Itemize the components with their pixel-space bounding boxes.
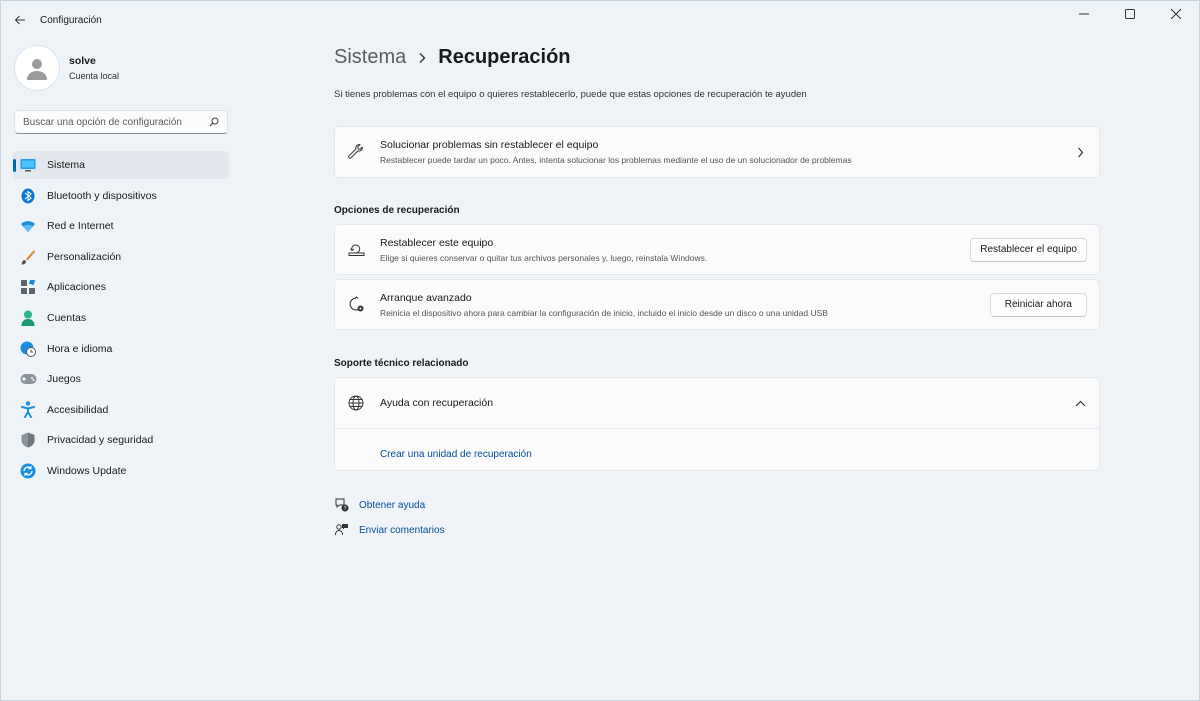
recovery-options-heading: Opciones de recuperación bbox=[334, 205, 460, 216]
sidebar-item-sistema[interactable]: Sistema bbox=[13, 151, 229, 179]
page-subtitle: Si tienes problemas con el equipo o quie… bbox=[334, 89, 807, 100]
sidebar-item-windows-update[interactable]: Windows Update bbox=[13, 457, 229, 485]
minimize-icon bbox=[1079, 13, 1089, 15]
chevron-right-icon bbox=[1073, 145, 1087, 159]
globe-clock-icon bbox=[19, 340, 37, 358]
recovery-help-header[interactable]: Ayuda con recuperación bbox=[335, 378, 1099, 429]
sidebar-item-label: Aplicaciones bbox=[47, 281, 106, 294]
create-recovery-drive-link[interactable]: Crear una unidad de recuperación bbox=[380, 449, 532, 460]
apps-icon bbox=[19, 278, 37, 296]
sidebar-item-label: Privacidad y seguridad bbox=[47, 434, 154, 447]
send-feedback-label[interactable]: Enviar comentarios bbox=[359, 525, 445, 536]
settings-search[interactable] bbox=[14, 110, 228, 134]
wifi-icon bbox=[19, 217, 37, 235]
chevron-up-icon[interactable] bbox=[1073, 396, 1087, 410]
app-title: Configuración bbox=[40, 15, 102, 26]
user-profile[interactable]: solve Cuenta local bbox=[15, 46, 119, 90]
close-icon bbox=[1171, 9, 1181, 19]
gamepad-icon bbox=[19, 370, 37, 388]
sidebar-item-label: Bluetooth y dispositivos bbox=[47, 189, 157, 202]
related-support-heading: Soporte técnico relacionado bbox=[334, 358, 469, 369]
bluetooth-icon bbox=[19, 187, 37, 205]
breadcrumb-chevron-icon bbox=[418, 52, 426, 64]
shield-icon bbox=[19, 431, 37, 449]
send-feedback-link[interactable]: Enviar comentarios bbox=[334, 522, 445, 538]
breadcrumb: Sistema Recuperación bbox=[334, 46, 571, 69]
maximize-button[interactable] bbox=[1107, 1, 1153, 27]
reset-pc-desc: Elige si quieres conservar o quitar tus … bbox=[380, 252, 708, 263]
sidebar-item-label: Juegos bbox=[47, 373, 81, 386]
back-button[interactable] bbox=[9, 9, 31, 31]
reset-pc-button[interactable]: Restablecer el equipo bbox=[970, 237, 1087, 262]
sidebar-item-privacidad[interactable]: Privacidad y seguridad bbox=[13, 426, 229, 454]
sidebar-item-juegos[interactable]: Juegos bbox=[13, 365, 229, 393]
sidebar-nav: Sistema Bluetooth y dispositivos Red e I… bbox=[13, 151, 229, 488]
account-type: Cuenta local bbox=[69, 71, 120, 81]
recovery-help-title: Ayuda con recuperación bbox=[380, 397, 494, 409]
troubleshoot-title: Solucionar problemas sin restablecer el … bbox=[380, 139, 599, 151]
reset-pc-card: Restablecer este equipo Elige si quieres… bbox=[334, 224, 1100, 275]
sidebar-item-label: Accesibilidad bbox=[47, 403, 109, 416]
globe-icon bbox=[347, 394, 365, 412]
page-title: Recuperación bbox=[438, 46, 571, 68]
wrench-icon bbox=[347, 143, 365, 161]
troubleshoot-desc: Restablecer puede tardar un poco. Antes,… bbox=[380, 155, 852, 165]
minimize-button[interactable] bbox=[1061, 1, 1107, 27]
accessibility-icon bbox=[19, 401, 37, 419]
avatar bbox=[15, 46, 59, 90]
sidebar-item-hora[interactable]: Hora e idioma bbox=[13, 335, 229, 363]
update-icon bbox=[19, 462, 37, 480]
advanced-startup-desc: Reinicia el dispositivo ahora para cambi… bbox=[380, 307, 828, 318]
sidebar-item-aplicaciones[interactable]: Aplicaciones bbox=[13, 273, 229, 301]
system-icon bbox=[19, 156, 37, 174]
person-icon bbox=[19, 309, 37, 327]
search-input[interactable] bbox=[23, 116, 209, 128]
user-avatar-icon bbox=[27, 59, 47, 80]
reset-pc-title: Restablecer este equipo bbox=[380, 236, 494, 249]
maximize-icon bbox=[1125, 9, 1135, 19]
brush-icon bbox=[19, 248, 37, 266]
footer-links: ? Obtener ayuda Enviar comentarios bbox=[334, 497, 445, 547]
sidebar-item-bluetooth[interactable]: Bluetooth y dispositivos bbox=[13, 182, 229, 210]
sidebar-item-label: Sistema bbox=[47, 159, 85, 171]
sidebar-item-label: Personalización bbox=[47, 250, 122, 263]
sidebar-item-label: Hora e idioma bbox=[47, 342, 113, 355]
get-help-label[interactable]: Obtener ayuda bbox=[359, 500, 425, 511]
sidebar-item-red[interactable]: Red e Internet bbox=[13, 212, 229, 240]
get-help-link[interactable]: ? Obtener ayuda bbox=[334, 497, 445, 513]
sidebar-item-cuentas[interactable]: Cuentas bbox=[13, 304, 229, 332]
sidebar-item-accesibilidad[interactable]: Accesibilidad bbox=[13, 396, 229, 424]
restart-now-button[interactable]: Reiniciar ahora bbox=[989, 292, 1087, 317]
sidebar-item-label: Red e Internet bbox=[47, 220, 114, 233]
breadcrumb-parent[interactable]: Sistema bbox=[334, 46, 406, 69]
recovery-help-card: Ayuda con recuperación Crear una unidad … bbox=[334, 377, 1100, 471]
advanced-startup-icon bbox=[347, 296, 365, 314]
reset-pc-icon bbox=[347, 241, 365, 259]
sidebar-item-label: Windows Update bbox=[47, 464, 127, 477]
back-arrow-icon bbox=[14, 15, 25, 25]
profile-name: solve bbox=[69, 55, 96, 67]
svg-text:?: ? bbox=[344, 506, 347, 512]
sidebar-item-personalizacion[interactable]: Personalización bbox=[13, 243, 229, 271]
close-button[interactable] bbox=[1153, 1, 1199, 27]
troubleshoot-card[interactable]: Solucionar problemas sin restablecer el … bbox=[334, 126, 1100, 178]
title-bar: Configuración bbox=[1, 1, 1199, 39]
window-controls bbox=[1061, 1, 1199, 29]
advanced-startup-card: Arranque avanzado Reinicia el dispositiv… bbox=[334, 279, 1100, 330]
sidebar-item-label: Cuentas bbox=[47, 311, 87, 324]
feedback-icon bbox=[334, 522, 350, 538]
help-chat-icon: ? bbox=[334, 497, 350, 513]
advanced-startup-title: Arranque avanzado bbox=[380, 291, 472, 304]
search-icon bbox=[209, 117, 219, 127]
settings-window: Configuración solve Cuenta local Buscar … bbox=[0, 0, 1200, 701]
